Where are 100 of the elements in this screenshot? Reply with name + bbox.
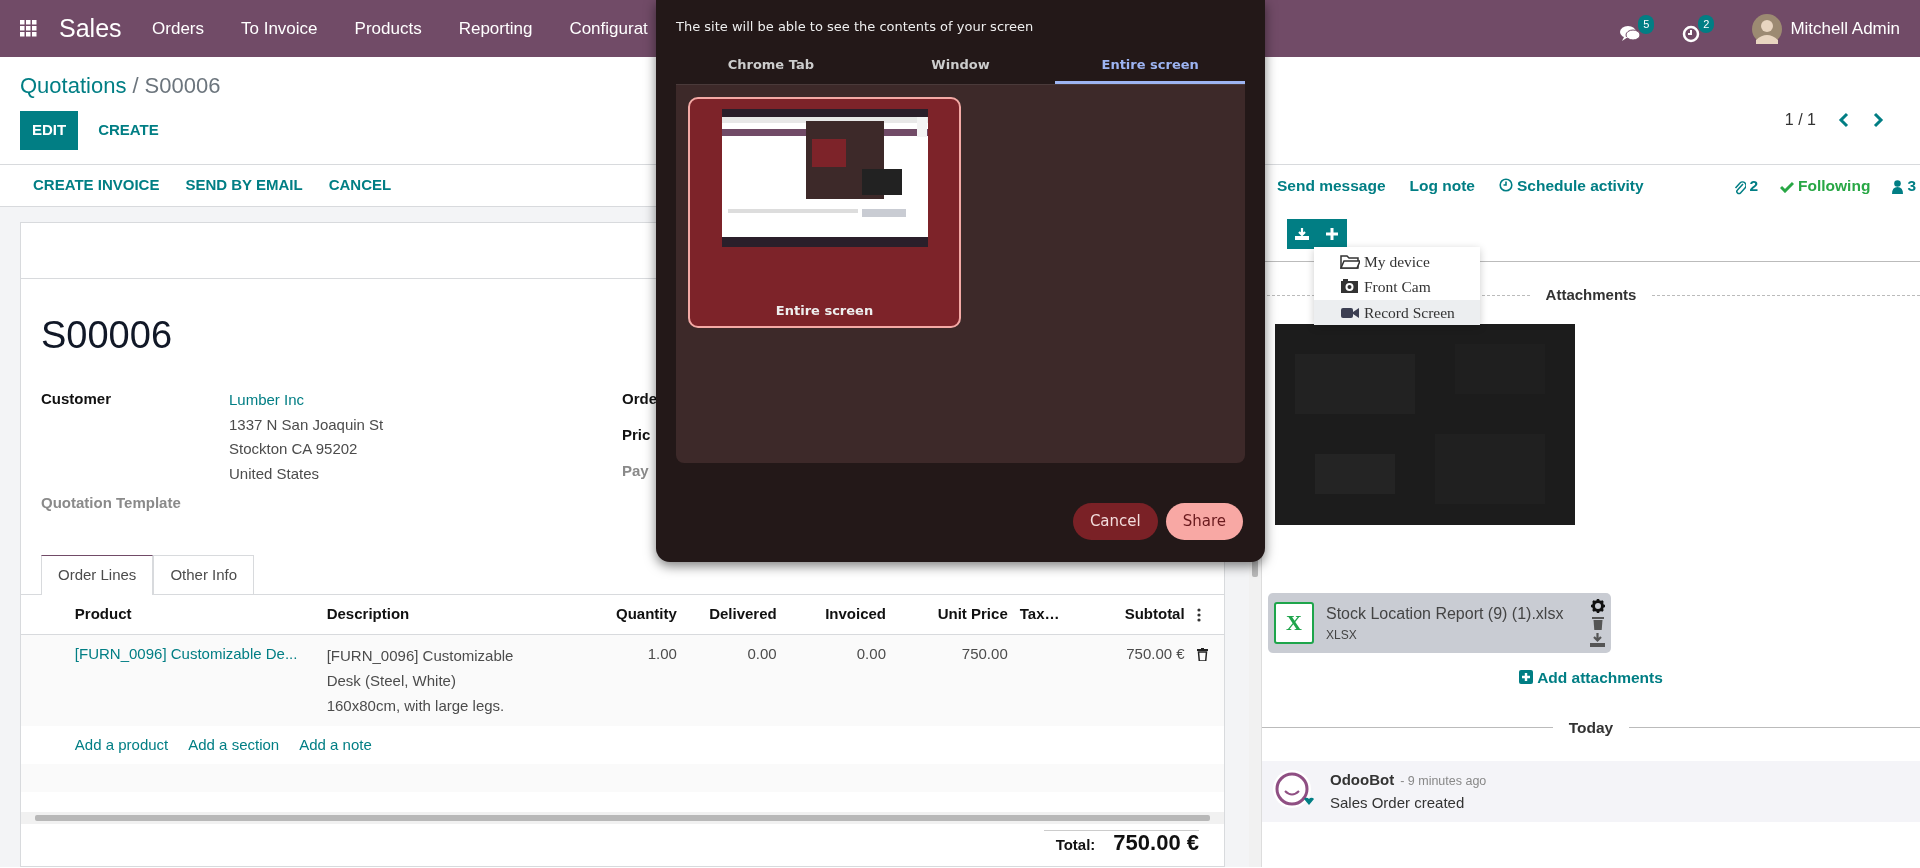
- menu-item[interactable]: My device: [1314, 249, 1480, 275]
- avatar: [1752, 13, 1783, 44]
- tab[interactable]: Order Lines: [41, 554, 154, 595]
- column-header[interactable]: Delivered: [709, 605, 777, 622]
- table-cell: 750.00: [961, 644, 1008, 662]
- column-header[interactable]: Description: [326, 605, 410, 622]
- count-badge: 2: [1698, 14, 1715, 33]
- create-button[interactable]: CREATE: [86, 111, 171, 150]
- field-label: Quotation Template: [41, 493, 181, 513]
- action-button[interactable]: CREATE INVOICE: [20, 170, 173, 201]
- plus-icon: [1326, 228, 1338, 240]
- count-badge: 5: [1638, 15, 1655, 34]
- followers-button[interactable]: 3: [1892, 174, 1916, 198]
- apps-menu-icon: [20, 20, 37, 37]
- total-value: 750.00 €: [1113, 831, 1199, 855]
- action-button[interactable]: SEND BY EMAIL: [172, 170, 316, 201]
- column-header[interactable]: Product: [74, 605, 132, 622]
- address-line: 1337 N San Joaquin St: [229, 414, 384, 435]
- breadcrumb-separator: /: [132, 73, 139, 98]
- share-button[interactable]: Share: [1165, 503, 1243, 540]
- chevron-left-icon: [1838, 112, 1850, 128]
- field-label: Pric: [622, 424, 652, 445]
- user-icon: [1892, 180, 1904, 195]
- add-button[interactable]: [1317, 219, 1347, 249]
- message-author: OdooBot: [1330, 771, 1395, 788]
- chat-icon: [1620, 25, 1641, 42]
- table-cell-text: [FURN_0096] Customizable Desk (Steel, White) 160x80cm, with large legs.: [326, 645, 515, 716]
- messages-button[interactable]: 5: [1620, 15, 1655, 42]
- tab[interactable]: Other Info: [153, 554, 255, 594]
- option-label: Entire screen: [775, 301, 874, 320]
- column-header[interactable]: Unit Price: [937, 605, 1008, 622]
- table-cell: 0.00: [856, 644, 886, 662]
- field-label: Customer: [41, 389, 112, 409]
- product-link[interactable]: [FURN_0096] Customizable De...: [74, 644, 298, 662]
- add-attachments-button[interactable]: Add attachments: [1513, 664, 1669, 690]
- column-header[interactable]: Invoiced: [825, 605, 886, 622]
- log-note-button[interactable]: Log note: [1409, 174, 1475, 198]
- edit-button[interactable]: EDIT: [20, 111, 79, 150]
- tab[interactable]: Window: [865, 48, 1056, 84]
- bot-avatar: [1272, 769, 1314, 811]
- menu-item[interactable]: To Invoice: [222, 15, 337, 42]
- screen-option[interactable]: Entire screen: [688, 97, 961, 328]
- message-body: Sales Order created: [1330, 792, 1466, 813]
- record-title: S00006: [41, 314, 172, 356]
- schedule-activity-button[interactable]: Schedule activity: [1499, 174, 1644, 198]
- breadcrumb-current: S00006: [144, 73, 221, 98]
- attachment-card[interactable]: X Stock Location Report (9) (1).xlsx XLSX: [1268, 592, 1611, 653]
- add-line-link[interactable]: Add a product: [74, 735, 169, 753]
- breadcrumb-link[interactable]: Quotations: [20, 73, 127, 98]
- chevron-right-icon: [1872, 112, 1884, 128]
- action-button[interactable]: CANCEL: [315, 170, 405, 201]
- camera-icon: [1340, 278, 1360, 296]
- section-title: Attachments: [1545, 285, 1637, 305]
- menu-item[interactable]: Record Screen: [1314, 299, 1480, 325]
- date-divider: Today: [1568, 717, 1614, 738]
- attachment-name: Stock Location Report (9) (1).xlsx: [1326, 603, 1565, 624]
- attachment-type: XLSX: [1326, 626, 1358, 644]
- clock-icon: [1682, 24, 1701, 43]
- address-line: United States: [229, 463, 321, 484]
- cancel-button[interactable]: Cancel: [1072, 503, 1158, 540]
- menu-item[interactable]: Front Cam: [1314, 274, 1480, 300]
- user-name[interactable]: Mitchell Admin: [1790, 15, 1900, 42]
- table-cell: 1.00: [647, 644, 677, 662]
- table-cell: 0.00: [747, 644, 777, 662]
- folder-icon: [1340, 253, 1360, 271]
- download-button[interactable]: [1287, 219, 1317, 249]
- column-header[interactable]: Subtotal: [1124, 605, 1185, 622]
- gear-icon: [1590, 598, 1605, 613]
- kebab-icon: [1196, 608, 1201, 623]
- address-line: Stockton CA 95202: [229, 439, 359, 459]
- paperclip-icon: [1734, 179, 1747, 195]
- menu-item[interactable]: Reporting: [440, 15, 551, 42]
- plus-square-icon: [1519, 670, 1534, 685]
- message-time: - 9 minutes ago: [1400, 774, 1487, 788]
- download-icon: [1295, 228, 1309, 240]
- app-name[interactable]: Sales: [59, 9, 122, 48]
- spreadsheet-icon: X: [1274, 601, 1314, 644]
- menu-item[interactable]: Products: [336, 15, 441, 42]
- attachments-button[interactable]: 2: [1734, 174, 1759, 198]
- send-message-button[interactable]: Send message: [1277, 174, 1386, 198]
- activities-button[interactable]: 2: [1682, 14, 1715, 43]
- add-line-link[interactable]: Add a section: [188, 735, 280, 753]
- total-label: Total:: [1055, 835, 1096, 855]
- horizontal-scrollbar[interactable]: [21, 812, 1224, 824]
- dialog-subtitle: The site will be able to see the contents of your screen: [675, 18, 1035, 36]
- field-label: Pay: [622, 461, 650, 481]
- field-label: Orde: [622, 389, 657, 409]
- download-icon: [1590, 632, 1605, 647]
- add-line-link[interactable]: Add a note: [299, 735, 372, 753]
- pager-value: 1 / 1: [1784, 110, 1816, 130]
- column-header[interactable]: Quantity: [616, 605, 677, 622]
- trash-icon: [1196, 648, 1208, 662]
- check-icon: [1780, 181, 1795, 194]
- clock-icon: [1499, 178, 1513, 193]
- trash-icon: [1591, 615, 1604, 630]
- menu-item[interactable]: Orders: [133, 15, 223, 42]
- column-header[interactable]: Tax…: [1019, 605, 1060, 622]
- table-cell: 750.00 €: [1126, 644, 1185, 662]
- customer-link[interactable]: Lumber Inc: [229, 388, 384, 413]
- tab[interactable]: Chrome Tab: [676, 48, 866, 84]
